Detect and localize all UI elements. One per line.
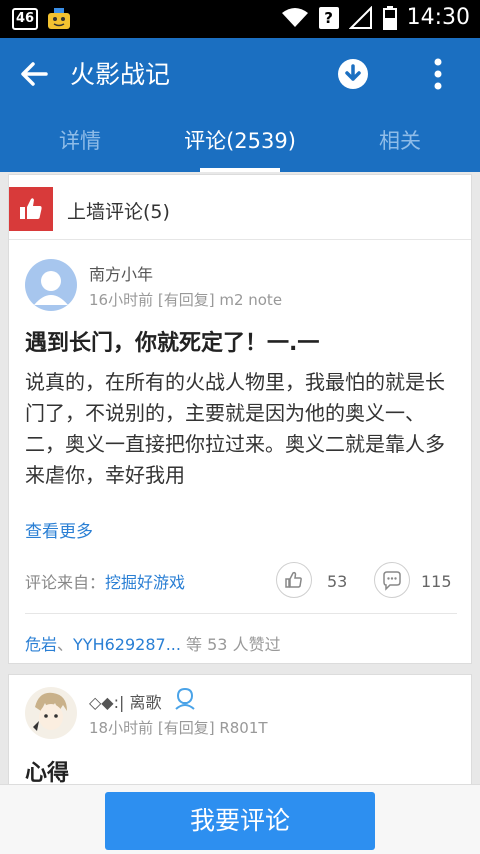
liker-link[interactable]: 危岩 xyxy=(25,635,57,654)
network-indicator: 46 xyxy=(12,8,39,30)
likers-suffix: 等 53 人赞过 xyxy=(180,635,281,654)
reply-count: 115 xyxy=(421,572,452,591)
download-icon[interactable] xyxy=(337,58,369,90)
more-options-icon[interactable] xyxy=(426,56,450,92)
comment-body: 说真的，在所有的火战人物里，我最怕的就是长门了，不说别的，主要就是因为他的奥义一… xyxy=(25,370,445,487)
comment-card: ◇◆:| 离歌 18小时前 [有回复] R801T 心得 xyxy=(8,674,472,784)
status-bar-left: 46 xyxy=(12,7,72,31)
wifi-icon xyxy=(281,7,308,27)
divider xyxy=(9,239,471,240)
chat-bubble-icon xyxy=(383,571,401,591)
status-bar: 46 ? 14:30 xyxy=(0,0,480,38)
comment-author[interactable]: ◇◆:| 离歌 xyxy=(89,689,161,713)
status-bar-right: ? 14:30 xyxy=(281,5,470,30)
divider xyxy=(25,613,457,614)
avatar[interactable] xyxy=(25,687,77,739)
default-user-icon xyxy=(34,271,68,305)
source-label: 评论来自： xyxy=(25,573,106,592)
like-button[interactable] xyxy=(276,562,312,598)
tab-comments[interactable]: 评论(2539) xyxy=(160,110,320,172)
bottom-bar: 我要评论 xyxy=(0,784,480,854)
comment-title: 遇到长门，你就死定了！一.一 xyxy=(25,331,320,356)
tab-details[interactable]: 详情 xyxy=(0,110,160,172)
section-title: 上墙评论(5) xyxy=(67,201,170,223)
reply-button[interactable] xyxy=(374,562,410,598)
likers-row: 危岩、YYH629287... 等 53 人赞过 xyxy=(25,631,281,655)
back-arrow-icon[interactable] xyxy=(16,56,52,92)
battery-icon xyxy=(382,5,397,30)
like-count: 53 xyxy=(327,572,348,591)
comment-meta: 16小时前 [有回复] m2 note xyxy=(89,291,283,309)
clock: 14:30 xyxy=(406,5,470,30)
comment-source: 评论来自：挖掘好游戏 xyxy=(25,569,185,593)
avatar[interactable] xyxy=(25,259,77,311)
liker-link[interactable]: YYH629287... xyxy=(73,635,181,654)
comment-title: 心得 xyxy=(25,761,70,784)
anime-avatar-icon xyxy=(33,692,67,731)
app-notification-icon xyxy=(48,8,71,29)
comment-author[interactable]: 南方小年 xyxy=(89,261,153,285)
signal-icon xyxy=(348,5,372,29)
page-title: 火影战记 xyxy=(70,60,171,89)
liker-separator: 、 xyxy=(57,635,74,654)
thumbs-up-icon xyxy=(285,571,302,588)
tab-bar: 详情 评论(2539) 相关 xyxy=(0,110,480,172)
section-badge xyxy=(9,187,53,231)
thumbs-up-icon xyxy=(20,198,42,219)
write-comment-button[interactable]: 我要评论 xyxy=(105,792,375,850)
member-badge-icon xyxy=(175,687,195,710)
comment-meta: 18小时前 [有回复] R801T xyxy=(89,719,268,737)
tab-related[interactable]: 相关 xyxy=(320,110,480,172)
section-header: 上墙评论(5) xyxy=(9,187,471,231)
comments-list[interactable]: 上墙评论(5) 南方小年 16小时前 [有回复] m2 note 遇到长门，你就… xyxy=(8,174,472,784)
featured-comment-card: 上墙评论(5) 南方小年 16小时前 [有回复] m2 note 遇到长门，你就… xyxy=(8,174,472,664)
app-bar: 火影战记 xyxy=(0,38,480,110)
unknown-status-icon: ? xyxy=(318,6,339,29)
see-more-link[interactable]: 查看更多 xyxy=(25,517,93,542)
source-link[interactable]: 挖掘好游戏 xyxy=(105,573,185,592)
